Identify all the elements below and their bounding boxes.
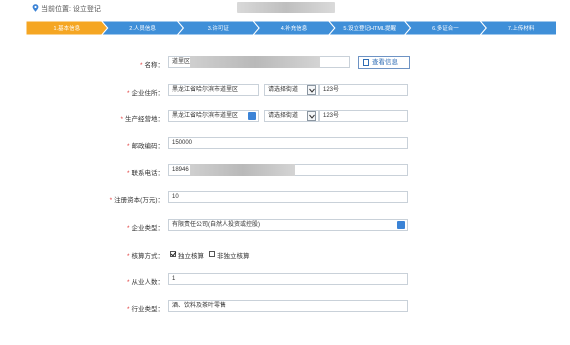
redacted-phone <box>190 164 295 176</box>
independent-accounting-label: 独立核算 <box>178 253 204 260</box>
field-row-capital: * 注册资本(万元)： 10 <box>0 191 570 205</box>
capital-input[interactable]: 10 <box>168 191 408 203</box>
redacted-name <box>190 56 320 68</box>
postcode-input[interactable]: 150000 <box>168 137 408 149</box>
chevron-down-icon <box>309 114 315 119</box>
chevron-down-icon <box>309 88 315 93</box>
step-label: 3.许可证 <box>208 24 230 32</box>
business-detail-input[interactable]: 123号 <box>319 110 408 122</box>
field-row-industry: * 行业类型： 酒、饮料及茶叶零售 <box>0 300 570 314</box>
step-label: 7.上传材料 <box>508 24 535 32</box>
step-progress-bar: 1.基本信息 2.人员信息 3.许可证 4.补充信息 5.设立登记HTML提醒 6.多证合… <box>26 21 556 35</box>
postcode-label: * 邮政编码： <box>126 143 164 150</box>
location-pin-icon <box>32 4 39 12</box>
field-row-postcode: * 邮政编码： 150000 <box>0 137 570 151</box>
company-type-picker-icon[interactable] <box>397 221 405 229</box>
address-street-dropdown[interactable] <box>307 85 316 95</box>
address-label: * 企业住所： <box>126 90 164 97</box>
industry-input[interactable]: 酒、饮料及茶叶零售 <box>168 300 408 312</box>
business-address-label: * 生产经营地： <box>120 116 164 123</box>
employees-input[interactable]: 1 <box>168 273 408 285</box>
location-bar: 当前位置: 设立登记 <box>0 0 570 15</box>
redacted-title <box>237 2 335 13</box>
non-independent-accounting-label: 非独立核算 <box>217 253 250 260</box>
company-type-label: * 企业类型： <box>126 225 164 232</box>
company-type-input[interactable]: 有限责任公司(自然人投资或控股) <box>168 219 408 231</box>
breadcrumb: 当前位置: 设立登记 <box>41 6 101 13</box>
employees-label: * 从业人数： <box>126 279 164 286</box>
step-label: 4.补充信息 <box>281 24 308 32</box>
field-row-business-address: * 生产经营地： 黑龙江省哈尔滨市道里区 请选择街道 123号 <box>0 110 570 124</box>
business-region-input[interactable]: 黑龙江省哈尔滨市道里区 <box>168 110 259 122</box>
step-label: 1.基本信息 <box>54 24 81 32</box>
industry-label: * 行业类型： <box>126 306 164 313</box>
field-row-accounting: * 核算方式： 独立核算 非独立核算 <box>0 247 570 261</box>
field-row-company-type: * 企业类型： 有限责任公司(自然人投资或控股) <box>0 219 570 233</box>
accounting-label: * 核算方式： <box>126 253 164 260</box>
phone-label: * 联系电话： <box>126 170 164 177</box>
name-label: * 名称： <box>139 62 164 69</box>
non-independent-accounting-checkbox[interactable] <box>209 251 215 257</box>
field-row-address: * 企业住所： 黑龙江省哈尔滨市道里区 请选择街道 123号 <box>0 84 570 98</box>
field-row-name: * 名称： 道里区 <box>0 56 570 70</box>
document-icon <box>363 59 369 66</box>
view-info-button[interactable]: 查看信息 <box>358 56 410 69</box>
step-label: 6.多证合一 <box>432 24 459 32</box>
business-street-dropdown[interactable] <box>307 111 316 121</box>
address-detail-input[interactable]: 123号 <box>319 84 408 96</box>
independent-accounting-checkbox[interactable] <box>170 251 176 257</box>
field-row-employees: * 从业人数： 1 <box>0 273 570 287</box>
region-picker-icon[interactable] <box>248 112 256 120</box>
step-label: 2.人员信息 <box>129 24 156 32</box>
field-row-phone: * 联系电话： 18946 <box>0 164 570 178</box>
address-region-input[interactable]: 黑龙江省哈尔滨市道里区 <box>168 84 259 96</box>
capital-label: * 注册资本(万元)： <box>109 197 164 204</box>
step-label: 5.设立登记HTML提醒 <box>343 24 396 32</box>
